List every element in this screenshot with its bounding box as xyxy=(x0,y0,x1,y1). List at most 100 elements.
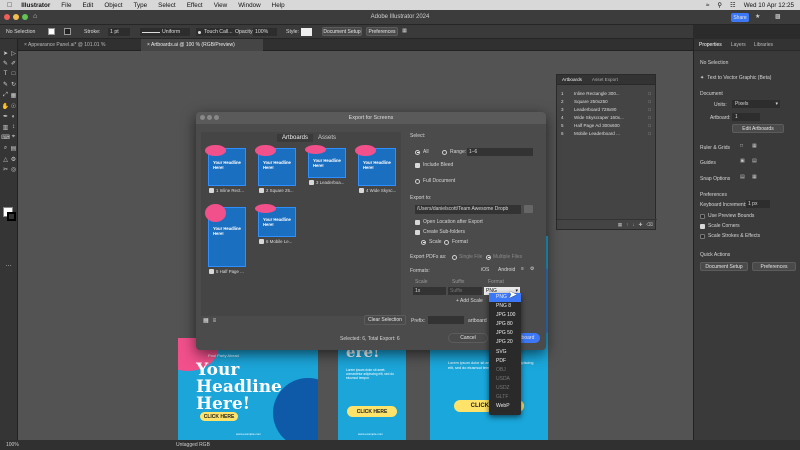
opacity-field[interactable]: 100% xyxy=(253,28,277,36)
artboard-options-icon[interactable]: □ xyxy=(648,131,651,136)
scissors-icon[interactable]: ✂ xyxy=(2,167,9,173)
subfolder-scale-radio[interactable]: Scale xyxy=(421,239,442,245)
move-down-icon[interactable]: ↓ xyxy=(632,222,634,227)
document-setup-button[interactable]: Document Setup xyxy=(322,27,362,36)
graph-tool-icon[interactable]: ▤ xyxy=(10,145,17,152)
format-option[interactable]: USDZ xyxy=(489,384,521,393)
tab-layers[interactable]: Layers xyxy=(727,42,750,48)
tab-appearance-panel[interactable]: × Appearance Panel.ai* @ 101.01 % (RGB/P… xyxy=(18,39,140,60)
stroke-color-swatch[interactable] xyxy=(7,212,16,221)
artboard-wide-skyscraper[interactable]: ere! Lorem ipsum dolor sit amet, consect… xyxy=(338,338,406,440)
tab-asset-export[interactable]: Asset Export xyxy=(587,77,623,82)
artboard-list-item[interactable]: 6 Mobile Leaderboard ... □ xyxy=(561,129,651,137)
tab-dialog-artboards[interactable]: Artboards xyxy=(277,134,314,142)
tab-artboards[interactable]: × Artboards.ai @ 100 % (RGB/Preview) xyxy=(141,39,263,51)
minimize-window-button[interactable] xyxy=(13,14,19,20)
thumb-checkbox[interactable] xyxy=(259,239,264,244)
clear-selection-button[interactable]: Clear Selection xyxy=(364,315,406,325)
smart-guides-icon[interactable]: ▤ xyxy=(752,158,757,164)
tab-close-icon[interactable]: × xyxy=(147,42,150,48)
lasso-icon[interactable]: ◎ xyxy=(10,167,17,173)
scale-strokes-checkbox[interactable]: Scale Strokes & Effects xyxy=(700,233,760,239)
artboard-options-icon[interactable]: □ xyxy=(648,91,651,96)
type-tool-icon[interactable]: T xyxy=(2,71,9,77)
zoom-window-button[interactable] xyxy=(22,14,28,20)
preferences-button[interactable]: Preferences xyxy=(366,27,398,36)
format-option[interactable]: JPG 80 xyxy=(489,320,521,329)
format-option[interactable]: JPG 20 xyxy=(489,338,521,347)
select-range-radio[interactable]: Range: xyxy=(442,149,466,155)
wifi-icon[interactable]: ≈ xyxy=(706,2,709,9)
hand-tool-icon[interactable]: ✋ xyxy=(2,103,9,110)
tab-dialog-assets[interactable]: Assets xyxy=(313,134,341,142)
edit-artboards-button[interactable]: Edit Artboards xyxy=(732,124,784,133)
arrange-icon[interactable]: ▦ xyxy=(402,28,407,34)
artboard-options-icon[interactable]: □ xyxy=(648,99,651,104)
menu-object[interactable]: Object xyxy=(104,2,122,9)
pen-tool-icon[interactable]: ✎ xyxy=(2,61,9,67)
mesh-tool-icon[interactable]: ▥ xyxy=(2,124,9,131)
rotate-tool-icon[interactable]: ↻ xyxy=(10,82,17,88)
use-preview-bounds-checkbox[interactable]: Use Preview Bounds xyxy=(700,213,754,219)
artboard-list-item[interactable]: 1 Inline Rectangle 300... □ xyxy=(561,89,651,97)
menu-view[interactable]: View xyxy=(214,2,228,9)
rectangle-tool-icon[interactable]: □ xyxy=(10,71,17,77)
blend-tool-icon[interactable]: ⌖ xyxy=(10,134,17,141)
dialog-zoom-button[interactable] xyxy=(214,115,219,120)
ios-preset-button[interactable]: iOS xyxy=(481,267,489,273)
artboard-thumbnail[interactable]: Your Headline Here! xyxy=(255,204,296,237)
menu-select[interactable]: Select xyxy=(158,2,176,9)
brush-tool-icon[interactable]: ✒ xyxy=(2,114,9,120)
lightbulb-icon[interactable]: ★ xyxy=(755,13,760,20)
subfolder-format-radio[interactable]: Format xyxy=(444,239,468,245)
add-scale-button[interactable]: + Add Scale xyxy=(456,298,483,304)
edit-toolbar-icon[interactable]: … xyxy=(5,261,12,268)
artboard-list-item[interactable]: 5 Half Page Ad 300x600 □ xyxy=(561,121,651,129)
folder-icon[interactable] xyxy=(524,205,533,213)
menu-window[interactable]: Window xyxy=(238,2,260,9)
tab-properties[interactable]: Properties xyxy=(694,42,727,48)
format-option[interactable]: JPG 50 xyxy=(489,329,521,338)
format-option[interactable]: USDA xyxy=(489,375,521,384)
share-button[interactable]: Share xyxy=(731,13,749,22)
new-artboard-icon[interactable]: ✚ xyxy=(639,222,643,228)
menu-illustrator[interactable]: Illustrator xyxy=(21,2,50,9)
suffix-input[interactable]: Suffix xyxy=(448,287,482,295)
scale-select[interactable]: 1x xyxy=(413,287,446,295)
format-option[interactable]: GLTF xyxy=(489,393,521,402)
fill-swatch[interactable] xyxy=(48,28,55,35)
move-up-icon[interactable]: ↑ xyxy=(626,222,628,227)
tab-artboards-panel[interactable]: Artboards xyxy=(557,77,587,82)
artboard-options-icon[interactable]: □ xyxy=(648,123,651,128)
rulers-icon[interactable]: □ xyxy=(740,143,743,149)
zoom-level-field[interactable]: 100% xyxy=(6,442,19,448)
full-document-radio[interactable]: Full Document xyxy=(415,178,455,184)
stroke-weight-field[interactable]: 1 pt xyxy=(108,28,130,36)
units-select[interactable]: Pixels ▾ xyxy=(732,100,780,108)
menu-file[interactable]: File xyxy=(61,2,71,9)
format-settings-icon[interactable]: ⚙ xyxy=(530,266,534,272)
format-list-icon[interactable]: ≡ xyxy=(521,266,524,272)
artboard-list-item[interactable]: 4 Wide Skyscraper 160x... □ xyxy=(561,113,651,121)
export-path-field[interactable]: /Users/danielscott/Team Awesome Dropb xyxy=(415,205,521,214)
puppet-warp-icon[interactable]: ⚙ xyxy=(10,156,17,163)
thumb-checkbox[interactable] xyxy=(209,188,214,193)
snap-pixel-icon[interactable]: ▦ xyxy=(752,174,757,180)
curvature-tool-icon[interactable]: ✐ xyxy=(10,61,17,67)
width-tool-icon[interactable]: ▦ xyxy=(10,92,17,99)
tab-close-icon[interactable]: × xyxy=(24,42,27,48)
menu-type[interactable]: Type xyxy=(134,2,148,9)
zoom-tool-icon[interactable]: ⌕ xyxy=(2,145,9,151)
scale-corners-checkbox[interactable]: Scale Corners xyxy=(700,223,740,229)
android-preset-button[interactable]: Android xyxy=(498,267,515,273)
pencil-tool-icon[interactable]: ✎ xyxy=(2,82,9,88)
menu-effect[interactable]: Effect xyxy=(187,2,203,9)
menu-help[interactable]: Help xyxy=(272,2,285,9)
control-center-icon[interactable]: ☷ xyxy=(730,2,736,9)
apple-icon[interactable]:  xyxy=(7,2,12,9)
list-view-icon[interactable]: ≡ xyxy=(213,318,217,324)
artboard-thumbnail[interactable]: Your Headline Here! xyxy=(255,145,296,186)
range-input[interactable]: 1–6 xyxy=(467,148,533,156)
keyboard-increment-field[interactable]: 1 px xyxy=(746,200,770,208)
artboard-half-page[interactable]: Pool Party Ahead Your Headline Here! CLI… xyxy=(178,338,318,440)
